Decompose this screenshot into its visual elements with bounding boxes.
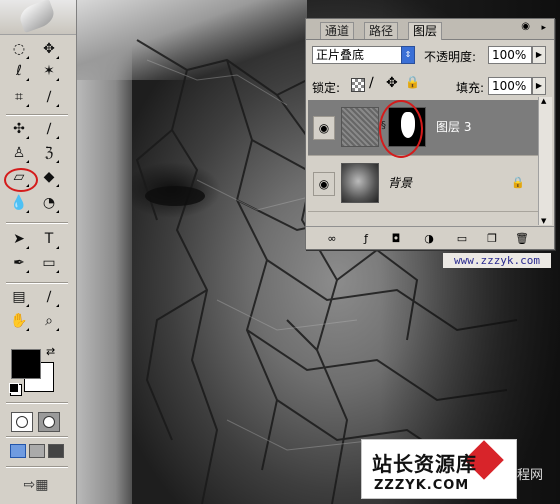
- layers-scrollbar[interactable]: ▲ ▼: [538, 97, 552, 225]
- healing-brush-icon[interactable]: ✣: [8, 118, 30, 140]
- hand-icon[interactable]: ✋: [8, 310, 30, 332]
- opacity-slider-icon[interactable]: ▶: [532, 46, 546, 64]
- foreground-color-swatch[interactable]: [11, 349, 41, 379]
- site-title: 站长资源库: [372, 452, 477, 476]
- new-group-icon[interactable]: ▭: [454, 230, 470, 246]
- zoom-icon[interactable]: ⌕: [38, 310, 60, 332]
- screen-mode-fullmenu-button[interactable]: [29, 444, 45, 458]
- lock-icon: 🔒: [511, 176, 525, 189]
- fill-input[interactable]: 100%: [488, 77, 532, 95]
- path-select-icon[interactable]: ➤: [8, 228, 30, 250]
- visibility-eye-icon[interactable]: ◉: [313, 172, 335, 196]
- fill-label: 填充:: [456, 81, 485, 95]
- blur-icon[interactable]: 💧: [8, 192, 30, 214]
- crop-icon[interactable]: ⌗: [8, 86, 30, 108]
- eraser-highlight-circle: [4, 168, 38, 192]
- jump-to-imageready-button[interactable]: ⇨▦: [12, 474, 60, 496]
- toolbox-header[interactable]: [0, 0, 76, 35]
- visibility-eye-icon[interactable]: ◉: [313, 116, 335, 140]
- screen-mode-full-button[interactable]: [48, 444, 64, 458]
- site-watermark: 站长资源库 ZZZYK.COM: [361, 439, 517, 499]
- layer-name[interactable]: 图层 3: [436, 118, 471, 135]
- layers-panel-footer: ∞ ƒ ◘ ◑ ▭ ❐ 🗑: [306, 226, 554, 249]
- lock-label: 锁定:: [312, 81, 341, 95]
- standard-mode-button[interactable]: [11, 412, 33, 432]
- link-layers-icon[interactable]: ∞: [324, 230, 340, 246]
- tab-paths[interactable]: 路径: [364, 22, 399, 39]
- screen-mode-standard-button[interactable]: [10, 444, 26, 458]
- quick-mask-button[interactable]: [38, 412, 60, 432]
- tab-layers[interactable]: 图层: [408, 22, 443, 40]
- history-brush-icon[interactable]: ℨ: [38, 142, 60, 164]
- panel-menu-icon[interactable]: ▸: [541, 23, 546, 33]
- site-domain: ZZZYK.COM: [374, 478, 470, 493]
- layer-name[interactable]: 背景: [388, 174, 412, 191]
- lock-position-icon[interactable]: ✥: [386, 75, 398, 91]
- type-icon[interactable]: T: [38, 228, 60, 250]
- mask-highlight-circle: [379, 100, 423, 158]
- magic-wand-icon[interactable]: ✶: [38, 60, 60, 82]
- notes-icon[interactable]: ▤: [8, 286, 30, 308]
- opacity-input[interactable]: 100%: [488, 46, 532, 64]
- marquee-icon[interactable]: ◌: [8, 38, 30, 60]
- brush-icon[interactable]: ∕: [38, 118, 60, 140]
- lock-image-icon[interactable]: ∕: [369, 75, 374, 91]
- tab-channels[interactable]: 通道: [320, 22, 355, 39]
- layer-row-layer3[interactable]: ◉ § 图层 3: [308, 100, 540, 156]
- lock-all-icon[interactable]: 🔒: [405, 75, 420, 89]
- feather-logo-icon: [16, 0, 58, 34]
- layer-thumbnail: [341, 163, 379, 203]
- panel-tabs: 通道 路径 图层 ▸ ◉: [306, 19, 554, 40]
- opacity-label: 不透明度:: [424, 50, 477, 64]
- layer-thumbnail: [341, 107, 379, 147]
- new-layer-icon[interactable]: ❐: [484, 230, 500, 246]
- adjustment-layer-icon[interactable]: ◑: [421, 230, 437, 246]
- panel-close-icon[interactable]: ◉: [521, 21, 530, 32]
- blend-mode-dropdown-icon[interactable]: ⇕: [401, 46, 415, 64]
- slice-icon[interactable]: ∕: [38, 86, 60, 108]
- lock-transparency-icon[interactable]: [351, 78, 365, 92]
- default-colors-icon[interactable]: [9, 383, 19, 393]
- paint-bucket-icon[interactable]: ◆: [38, 166, 60, 188]
- layers-panel: 通道 路径 图层 ▸ ◉ 正片叠底 ⇕ 不透明度: 100% ▶ 锁定: ∕ ✥…: [305, 18, 555, 250]
- dodge-icon[interactable]: ◔: [38, 192, 60, 214]
- eyedropper-icon[interactable]: ∕: [38, 286, 60, 308]
- blend-mode-select[interactable]: 正片叠底: [312, 46, 408, 64]
- rectangle-shape-icon[interactable]: ▭: [38, 252, 60, 274]
- clone-stamp-icon[interactable]: ♙: [8, 142, 30, 164]
- watermark-url: www.zzzyk.com: [443, 253, 551, 268]
- lasso-icon[interactable]: ℓ: [8, 60, 30, 82]
- fill-slider-icon[interactable]: ▶: [532, 77, 546, 95]
- layer-style-icon[interactable]: ƒ: [358, 230, 374, 246]
- toolbox: ⇄ ⇨▦ ◌ ✥ ℓ ✶ ⌗ ∕ ✣ ∕ ♙ ℨ ▱ ◆ 💧 ◔ ➤ T ✒ ▭ ▤ ∕ ✋ ⌕: [0, 0, 77, 504]
- delete-layer-icon[interactable]: 🗑: [514, 230, 530, 246]
- side-watermark-text: 程网: [517, 468, 544, 483]
- swap-colors-icon[interactable]: ⇄: [46, 345, 55, 358]
- layer-row-background[interactable]: ◉ 背景 🔒: [308, 156, 540, 212]
- add-mask-icon[interactable]: ◘: [388, 230, 404, 246]
- pen-icon[interactable]: ✒: [8, 252, 30, 274]
- move-icon[interactable]: ✥: [38, 38, 60, 60]
